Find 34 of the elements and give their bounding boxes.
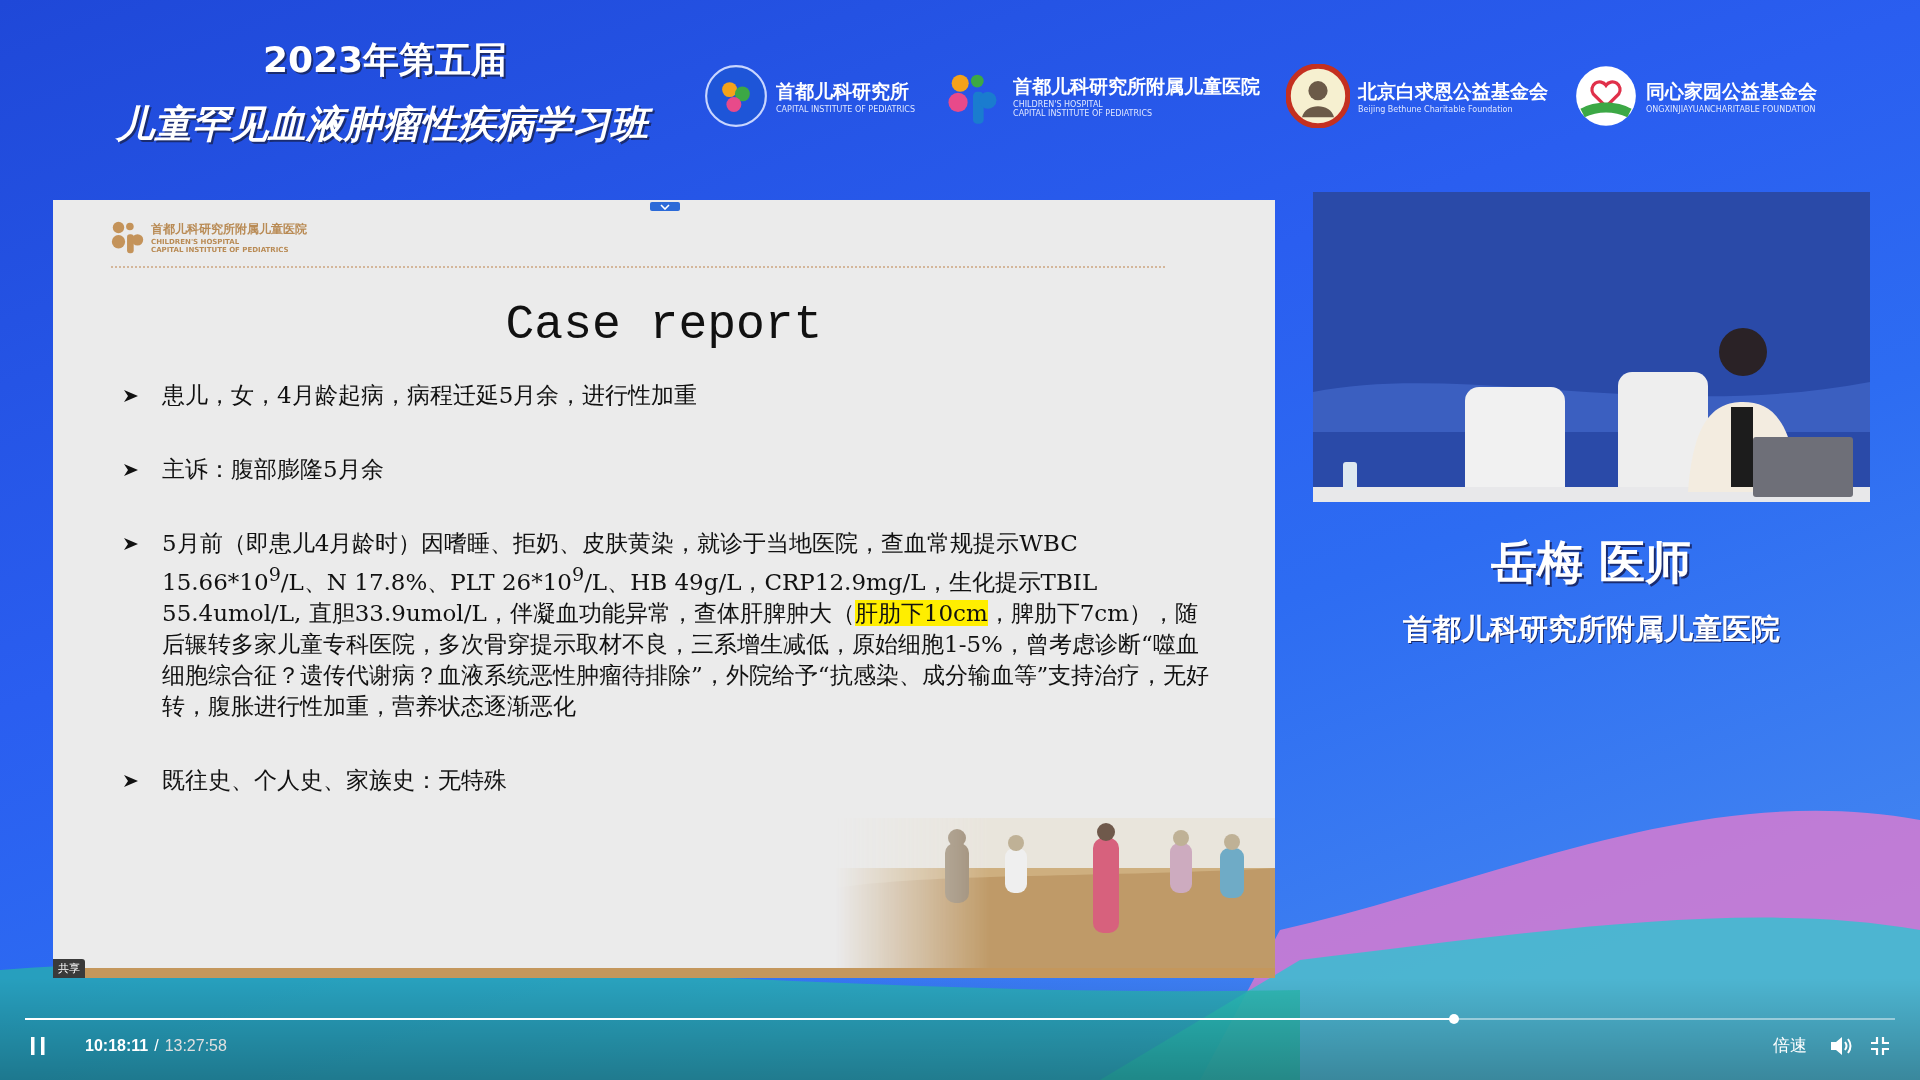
collapse-tab[interactable] xyxy=(650,202,680,211)
total-time: 13:27:58 xyxy=(164,1036,227,1055)
bullet-text: 既往史、个人史、家族史：无特殊 xyxy=(162,765,507,795)
logo-name: 首都儿科研究所附属儿童医院 xyxy=(151,220,307,238)
arrowhead-bullet-icon xyxy=(123,388,139,404)
arrowhead-bullet-icon xyxy=(123,462,139,478)
logo-name: 北京白求恩公益基金会 xyxy=(1358,78,1549,104)
speaker-name: 岳梅 医师 xyxy=(1491,534,1692,591)
bullet-text: 患儿，女，4月龄起病，病程迁延5月余，进行性加重 xyxy=(162,381,698,410)
bullet-text: 主诉：腹部膨隆5月余 xyxy=(162,455,384,484)
progress-handle[interactable] xyxy=(1448,1014,1459,1024)
logo-caption: Beijing Bethune Charitable Foundation xyxy=(1358,104,1514,114)
logo-caption: ONGXINJIAYUANCHARITABLE FOUNDATION xyxy=(1646,104,1817,114)
speed-button[interactable]: 倍速 xyxy=(1773,1034,1807,1057)
logo-name: 首都儿科研究所 xyxy=(776,78,910,104)
arrowhead-bullet-icon xyxy=(123,772,139,789)
logo-caption: CAPITAL INSTITUTE OF PEDIATRICS xyxy=(776,104,916,114)
arrowhead-bullet-icon xyxy=(123,536,139,552)
ring-emblem-icon xyxy=(704,64,768,128)
slide-title: Case report xyxy=(504,298,824,352)
logo-caption: CHILDREN'S HOSPITAL xyxy=(1013,100,1104,109)
time-separator: / xyxy=(154,1036,159,1055)
event-subtitle: 儿童罕见血液肿瘤性疾病学习班 xyxy=(112,95,658,156)
logo-name: 首都儿科研究所附属儿童医院 xyxy=(1013,74,1261,99)
current-time: 10:18:11 xyxy=(85,1036,149,1055)
heart-emblem-icon xyxy=(1574,64,1639,128)
share-label: 共享 xyxy=(53,959,85,978)
logo-name: 同心家园公益基金会 xyxy=(1646,78,1818,104)
chevron-down-icon xyxy=(660,203,670,210)
seal-emblem-icon xyxy=(1286,64,1351,128)
speaker-affiliation: 首都儿科研究所附属儿童医院 xyxy=(1403,611,1780,648)
bullet-text: 5月前（即患儿4月龄时）因嗜睡、拒奶、皮肤黄染，就诊于当地医院，查血常规提示WBC 15.66*10$^{9}$/L、N 17.8%、PLT 26*10$^{9}$/L、HB 49g/L，CRP12.9mg/L，生化提示TBIL 55.4umol/L, 直胆33.9umol/L，伴凝血功能异常，查体肝脾肿大（肝肋下10cm，脾肋下7cm），随后辗转多家儿童专科医院，多次骨穿提示取材不良，三系增生减低，原始细胞1-5%，曾考虑诊断“噬血细胞综合征？遗传代谢病？血液系统恶性肿瘤待排除”，外院给予“抗感染、成分输血等”支持治疗，无好转，腹胀进行性加重，营养状态逐渐恶化 xyxy=(162,529,1211,721)
event-title: 2023年第五届 xyxy=(262,38,508,82)
logo-caption: CAPITAL INSTITUTE OF PEDIATRICS xyxy=(1013,109,1154,118)
